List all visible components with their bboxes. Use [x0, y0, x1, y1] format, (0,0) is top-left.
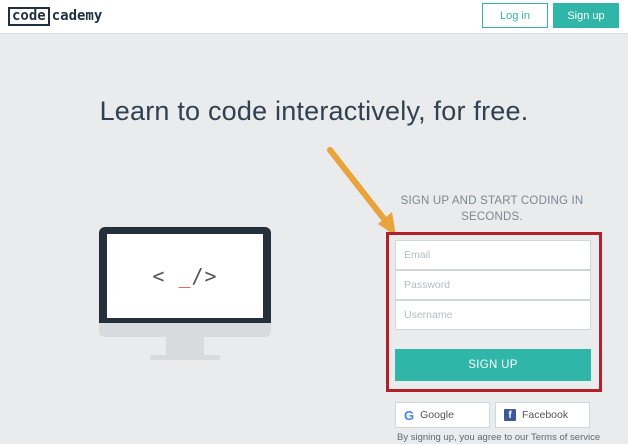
password-field[interactable]: Password — [395, 270, 591, 300]
signup-tagline: SIGN UP AND START CODING IN SECONDS. — [400, 195, 584, 223]
annotation-arrow-icon — [327, 147, 396, 236]
facebook-label: Facebook — [522, 409, 569, 421]
monitor-base — [150, 355, 220, 360]
logo-cademy-text: cademy — [51, 8, 103, 24]
google-icon: G — [404, 407, 415, 423]
email-field[interactable]: Email — [395, 240, 591, 270]
google-signin-button[interactable]: G Google — [395, 402, 490, 428]
page-headline: Learn to code interactively, for free. — [99, 96, 529, 126]
codecademy-logo[interactable]: code cademy — [8, 6, 102, 26]
monitor-stand — [166, 337, 204, 355]
facebook-signin-button[interactable]: f Facebook — [495, 402, 590, 428]
terms-text: By signing up, you agree to our Terms of… — [397, 432, 601, 443]
google-label: Google — [420, 409, 454, 421]
top-navbar: code cademy Log in Sign up — [0, 0, 628, 34]
facebook-icon: f — [504, 409, 516, 421]
monitor-screen: < _/> — [107, 234, 263, 318]
logo-code-text: code — [8, 6, 50, 26]
login-button[interactable]: Log in — [482, 3, 548, 28]
code-glyph-cursor: _ — [178, 264, 192, 288]
code-glyph-icon: < _/> — [152, 264, 217, 288]
monitor-chin — [99, 323, 271, 337]
username-field[interactable]: Username — [395, 300, 591, 330]
code-glyph-left: < — [152, 264, 179, 288]
signup-header-button[interactable]: Sign up — [553, 3, 619, 28]
signup-submit-button[interactable]: SIGN UP — [395, 349, 591, 381]
code-glyph-right: /> — [191, 264, 218, 288]
